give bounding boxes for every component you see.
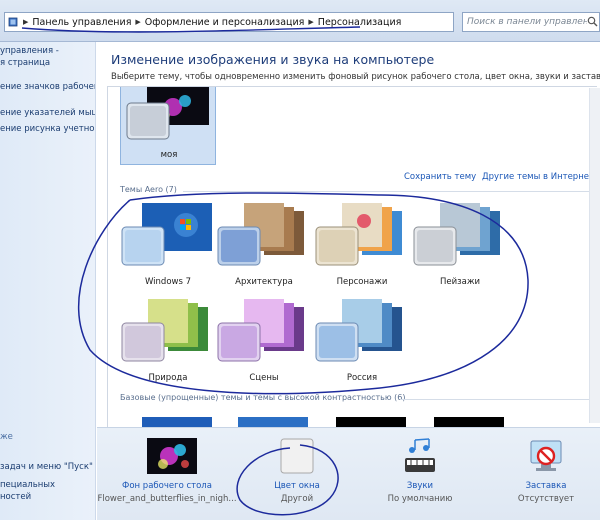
sidebar-link-ease-of-access-2[interactable]: ностей	[0, 492, 31, 502]
search-input[interactable]	[463, 17, 587, 27]
aero-header-divider	[183, 191, 593, 192]
sidebar-link-home-page[interactable]: я страница	[0, 58, 50, 68]
theme-scenes-label: Сцены	[249, 373, 279, 383]
architecture-thumbnail-icon	[217, 203, 304, 266]
theme-my-thumbnail-icon	[126, 87, 209, 140]
breadcrumb-arrow-icon[interactable]: ▶	[135, 18, 140, 26]
page-subtitle: Выберите тему, чтобы одновременно измени…	[111, 72, 600, 82]
theme-architecture[interactable]: Архитектура	[216, 203, 312, 293]
breadcrumb-control-panel[interactable]: Панель управления	[32, 17, 131, 28]
desktop-background-title[interactable]: Фон рабочего стола	[97, 481, 237, 491]
characters-thumbnail-icon	[315, 203, 402, 266]
window-color-title[interactable]: Цвет окна	[245, 481, 349, 491]
sidebar-link-taskbar[interactable]: задач и меню "Пуск"	[0, 462, 93, 472]
theme-architecture-label: Архитектура	[235, 277, 293, 287]
theme-my-label: моя	[160, 150, 178, 160]
sounds-title[interactable]: Звуки	[365, 481, 475, 491]
window-color-item[interactable]: Цвет окна Другой	[245, 428, 349, 520]
sidebar-see-also: же	[0, 432, 13, 442]
screensaver-item[interactable]: Заставка Отсутствует	[493, 428, 599, 520]
sounds-value: По умолчанию	[387, 494, 453, 504]
breadcrumb-personalization[interactable]: Персонализация	[318, 17, 402, 28]
window-color-value: Другой	[280, 494, 314, 504]
landscapes-thumbnail-icon	[413, 203, 500, 266]
theme-my[interactable]: моя	[120, 87, 216, 165]
basic-themes-header: Базовые (упрощенные) темы и темы с высок…	[120, 393, 406, 402]
theme-characters-label: Персонажи	[336, 277, 388, 287]
theme-characters[interactable]: Персонажи	[314, 203, 410, 293]
theme-windows7[interactable]: Windows 7	[120, 203, 216, 293]
desktop-background-icon[interactable]	[147, 438, 197, 477]
address-bar: ▶ Панель управления ▶ Оформление и персо…	[0, 0, 600, 42]
sidebar-link-desktop-icons[interactable]: ение значков рабочего	[0, 82, 95, 92]
search-icon[interactable]	[587, 16, 599, 28]
theme-landscapes-label: Пейзажи	[439, 277, 481, 287]
breadcrumb-arrow-icon[interactable]: ▶	[308, 18, 313, 26]
themes-scrollbar[interactable]	[589, 88, 600, 423]
russia-thumbnail-icon	[315, 299, 402, 362]
window-color-icon[interactable]	[280, 438, 314, 477]
nature-thumbnail-icon	[121, 299, 208, 362]
breadcrumb[interactable]: ▶ Панель управления ▶ Оформление и персо…	[4, 12, 454, 32]
online-themes-link[interactable]: Другие темы в Интернете	[482, 172, 597, 182]
sidebar-link-account-picture[interactable]: ение рисунка учетной	[0, 124, 95, 134]
sounds-icon[interactable]	[401, 438, 439, 479]
theme-landscapes[interactable]: Пейзажи	[412, 203, 508, 293]
sidebar-link-ease-of-access[interactable]: пециальных	[0, 480, 55, 490]
screensaver-value: Отсутствует	[517, 494, 575, 504]
sounds-item[interactable]: Звуки По умолчанию	[365, 428, 475, 520]
breadcrumb-appearance[interactable]: Оформление и персонализация	[145, 17, 305, 28]
search-box[interactable]	[462, 12, 600, 32]
windows7-thumbnail-icon	[121, 203, 212, 266]
desktop-background-file: Flower_and_butterflies_in_nigh...	[97, 494, 237, 504]
themes-panel[interactable]: моя Сохранить тему Другие темы в Интерне…	[107, 86, 597, 431]
sidebar: управления - я страница ение значков раб…	[0, 42, 96, 520]
aero-themes-header: Темы Aero (7)	[120, 185, 177, 194]
sidebar-link-control-panel-home[interactable]: управления -	[0, 46, 59, 56]
theme-nature-label: Природа	[148, 373, 188, 383]
scenes-thumbnail-icon	[217, 299, 304, 362]
theme-nature[interactable]: Природа	[120, 299, 216, 389]
basic-header-divider	[400, 399, 593, 400]
theme-russia-label: Россия	[346, 373, 378, 383]
theme-scenes[interactable]: Сцены	[216, 299, 312, 389]
main-content: Изменение изображения и звука на компьют…	[97, 42, 600, 431]
save-theme-link[interactable]: Сохранить тему	[404, 172, 476, 182]
screensaver-title[interactable]: Заставка	[493, 481, 599, 491]
breadcrumb-arrow-icon[interactable]: ▶	[23, 18, 28, 26]
sidebar-link-mouse-pointers[interactable]: ение указателей мыши	[0, 108, 95, 118]
settings-strip: Фон рабочего стола Flower_and_butterflie…	[97, 427, 600, 520]
desktop-background-item[interactable]: Фон рабочего стола Flower_and_butterflie…	[97, 428, 237, 520]
control-panel-root-icon[interactable]	[7, 15, 19, 29]
screensaver-icon[interactable]	[527, 438, 565, 479]
page-title: Изменение изображения и звука на компьют…	[111, 52, 435, 67]
theme-russia[interactable]: Россия	[314, 299, 410, 389]
theme-windows7-label: Windows 7	[144, 277, 192, 287]
